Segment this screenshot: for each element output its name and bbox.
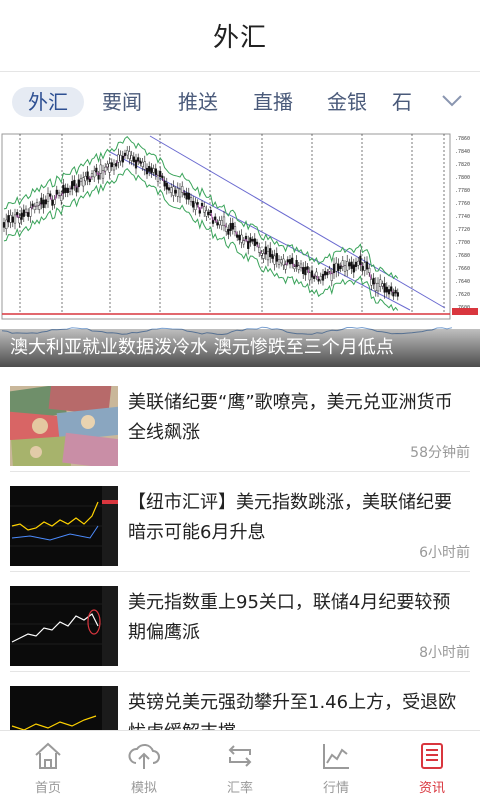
nav-market[interactable]: 行情 xyxy=(288,731,384,800)
nav-news[interactable]: 资讯 xyxy=(384,731,480,800)
svg-text:.7660: .7660 xyxy=(455,266,470,272)
nav-home[interactable]: 首页 xyxy=(0,731,96,800)
nav-home-label: 首页 xyxy=(34,781,61,796)
svg-text:.7620: .7620 xyxy=(455,292,470,298)
nav-market-label: 行情 xyxy=(322,781,349,796)
upload-cloud-icon xyxy=(128,744,160,769)
svg-text:.7680: .7680 xyxy=(455,253,470,259)
news-title: 美联储纪要“鹰”歌嘹亮，美元兑亚洲货币全线飙涨 xyxy=(128,392,453,443)
nav-rates[interactable]: 汇率 xyxy=(192,731,288,800)
news-item[interactable]: 美联储纪要“鹰”歌嘹亮，美元兑亚洲货币全线飙涨 58分钟前 xyxy=(0,372,480,472)
svg-text:.7760: .7760 xyxy=(455,201,470,207)
news-time: 6小时前 xyxy=(419,545,470,561)
nav-simulate[interactable]: 模拟 xyxy=(96,731,192,800)
news-thumbnail xyxy=(10,486,118,566)
svg-text:.7840: .7840 xyxy=(455,149,470,155)
page-title: 外汇 xyxy=(212,23,267,53)
app-header: 外汇 xyxy=(0,0,480,72)
home-icon xyxy=(35,742,61,769)
tab-live[interactable]: 直播 xyxy=(241,87,305,117)
exchange-icon xyxy=(228,745,252,767)
market-chart-icon xyxy=(323,744,349,769)
featured-banner[interactable]: .7860 .7840 .7820 .7800 .7780 .7760 .7740 .7720… xyxy=(0,130,480,367)
nav-news-label: 资讯 xyxy=(418,781,445,796)
market-chart-image xyxy=(10,586,118,666)
svg-text:.7640: .7640 xyxy=(455,279,470,285)
svg-text:.7720: .7720 xyxy=(455,227,470,233)
svg-text:.7700: .7700 xyxy=(455,240,470,246)
tab-forex[interactable]: 外汇 xyxy=(12,87,84,117)
category-tabs: 外汇 要闻 推送 直播 金银 石 xyxy=(0,72,480,130)
banner-caption: 澳大利亚就业数据泼冷水 澳元惨跌至三个月低点 xyxy=(0,329,480,367)
market-chart-image xyxy=(10,486,118,566)
svg-text:.7860: .7860 xyxy=(455,136,470,142)
news-title: 美元指数重上95关口，联储4月纪要较预期偏鹰派 xyxy=(128,592,451,643)
currency-notes-image xyxy=(10,386,118,466)
tab-push[interactable]: 推送 xyxy=(166,87,230,117)
news-thumbnail xyxy=(10,586,118,666)
news-time: 8小时前 xyxy=(419,645,470,661)
news-icon xyxy=(421,743,443,769)
nav-rates-label: 汇率 xyxy=(226,781,253,796)
more-tabs-button[interactable] xyxy=(424,72,480,130)
tab-headlines[interactable]: 要闻 xyxy=(90,87,154,117)
news-title: 【纽市汇评】美元指数跳涨，美联储纪要暗示可能6月升息 xyxy=(128,492,452,543)
news-time: 58分钟前 xyxy=(410,445,470,461)
tab-gold-silver[interactable]: 金银 xyxy=(315,87,379,117)
bottom-navigation: 首页 模拟 汇率 行情 资讯 xyxy=(0,730,480,800)
nav-simulate-label: 模拟 xyxy=(130,781,157,796)
svg-text:.7820: .7820 xyxy=(455,162,470,168)
chevron-down-icon xyxy=(442,95,462,107)
news-item[interactable]: 美元指数重上95关口，联储4月纪要较预期偏鹰派 8小时前 xyxy=(0,572,480,672)
svg-text:.7800: .7800 xyxy=(455,175,470,181)
news-item[interactable]: 【纽市汇评】美元指数跳涨，美联储纪要暗示可能6月升息 6小时前 xyxy=(0,472,480,572)
news-list: 美联储纪要“鹰”歌嘹亮，美元兑亚洲货币全线飙涨 58分钟前 【纽市汇评】美元指数… xyxy=(0,372,480,772)
svg-text:.7740: .7740 xyxy=(455,214,470,220)
news-thumbnail xyxy=(10,386,118,466)
svg-text:.7780: .7780 xyxy=(455,188,470,194)
